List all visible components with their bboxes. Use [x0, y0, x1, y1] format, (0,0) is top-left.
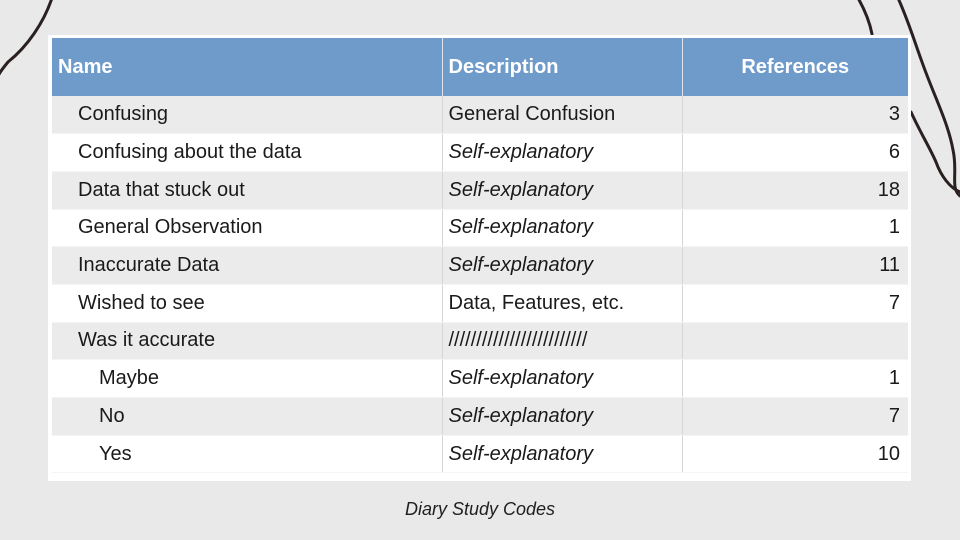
- table-header-row: Name Description References: [52, 38, 908, 96]
- cell-references: 7: [682, 397, 908, 436]
- cell-name: Inaccurate Data: [52, 246, 443, 285]
- table-body: Confusing General Confusion 3 Confusing abo…: [52, 96, 908, 474]
- table-row: Data that stuck out Self-explanatory 18: [52, 171, 908, 210]
- cell-name: Confusing: [52, 96, 443, 135]
- table-row: Maybe Self-explanatory 1: [52, 359, 908, 398]
- table-row: Yes Self-explanatory 10: [52, 435, 908, 474]
- cell-description: Self-explanatory: [442, 209, 683, 248]
- table-row: Wished to see Data, Features, etc. 7: [52, 284, 908, 323]
- table-caption: Diary Study Codes: [404, 499, 556, 519]
- cell-references: 10: [682, 435, 908, 474]
- table-row: No Self-explanatory 7: [52, 397, 908, 436]
- curve-right-lower: [909, 110, 960, 194]
- header-name: Name: [52, 38, 443, 96]
- cell-references: 1: [682, 209, 908, 248]
- cell-description: Self-explanatory: [442, 359, 683, 398]
- table-row: Confusing General Confusion 3: [52, 96, 908, 135]
- cell-references: 18: [682, 171, 908, 210]
- cell-name: Was it accurate: [52, 322, 443, 361]
- cell-references: 7: [682, 284, 908, 323]
- cell-references: [682, 322, 908, 361]
- cell-name: Yes: [52, 435, 443, 474]
- cell-description: Self-explanatory: [442, 133, 683, 172]
- cell-name: Data that stuck out: [52, 171, 443, 210]
- cell-description: Self-explanatory: [442, 171, 683, 210]
- table-row: General Observation Self-explanatory 1: [52, 209, 908, 248]
- cell-description: Self-explanatory: [442, 435, 683, 474]
- cell-name: No: [52, 397, 443, 436]
- cell-name: Confusing about the data: [52, 133, 443, 172]
- curve-top-left: [0, 0, 53, 76]
- codes-table: Name Description References Confusing Gen…: [52, 38, 908, 474]
- cell-description: /////////////////////////: [442, 322, 683, 361]
- table-row: Was it accurate/////////////////////////: [52, 322, 908, 361]
- cell-description: Data, Features, etc.: [442, 284, 683, 323]
- table-row: Confusing about the data Self-explanatory…: [52, 133, 908, 172]
- cell-references: 6: [682, 133, 908, 172]
- cell-name: Maybe: [52, 359, 443, 398]
- codes-table-container: Name Description References Confusing Gen…: [48, 35, 911, 481]
- cell-references: 3: [682, 96, 908, 135]
- cell-description: Self-explanatory: [442, 397, 683, 436]
- cell-name: Wished to see: [52, 284, 443, 323]
- cell-description: Self-explanatory: [442, 246, 683, 285]
- curve-right-inner: [857, 0, 874, 36]
- cell-description: General Confusion: [442, 96, 683, 135]
- cell-references: 11: [682, 246, 908, 285]
- cell-name: General Observation: [52, 209, 443, 248]
- cell-references: 1: [682, 359, 908, 398]
- header-references: References: [682, 38, 908, 96]
- table-row: Inaccurate Data Self-explanatory 11: [52, 246, 908, 285]
- header-description: Description: [442, 38, 683, 96]
